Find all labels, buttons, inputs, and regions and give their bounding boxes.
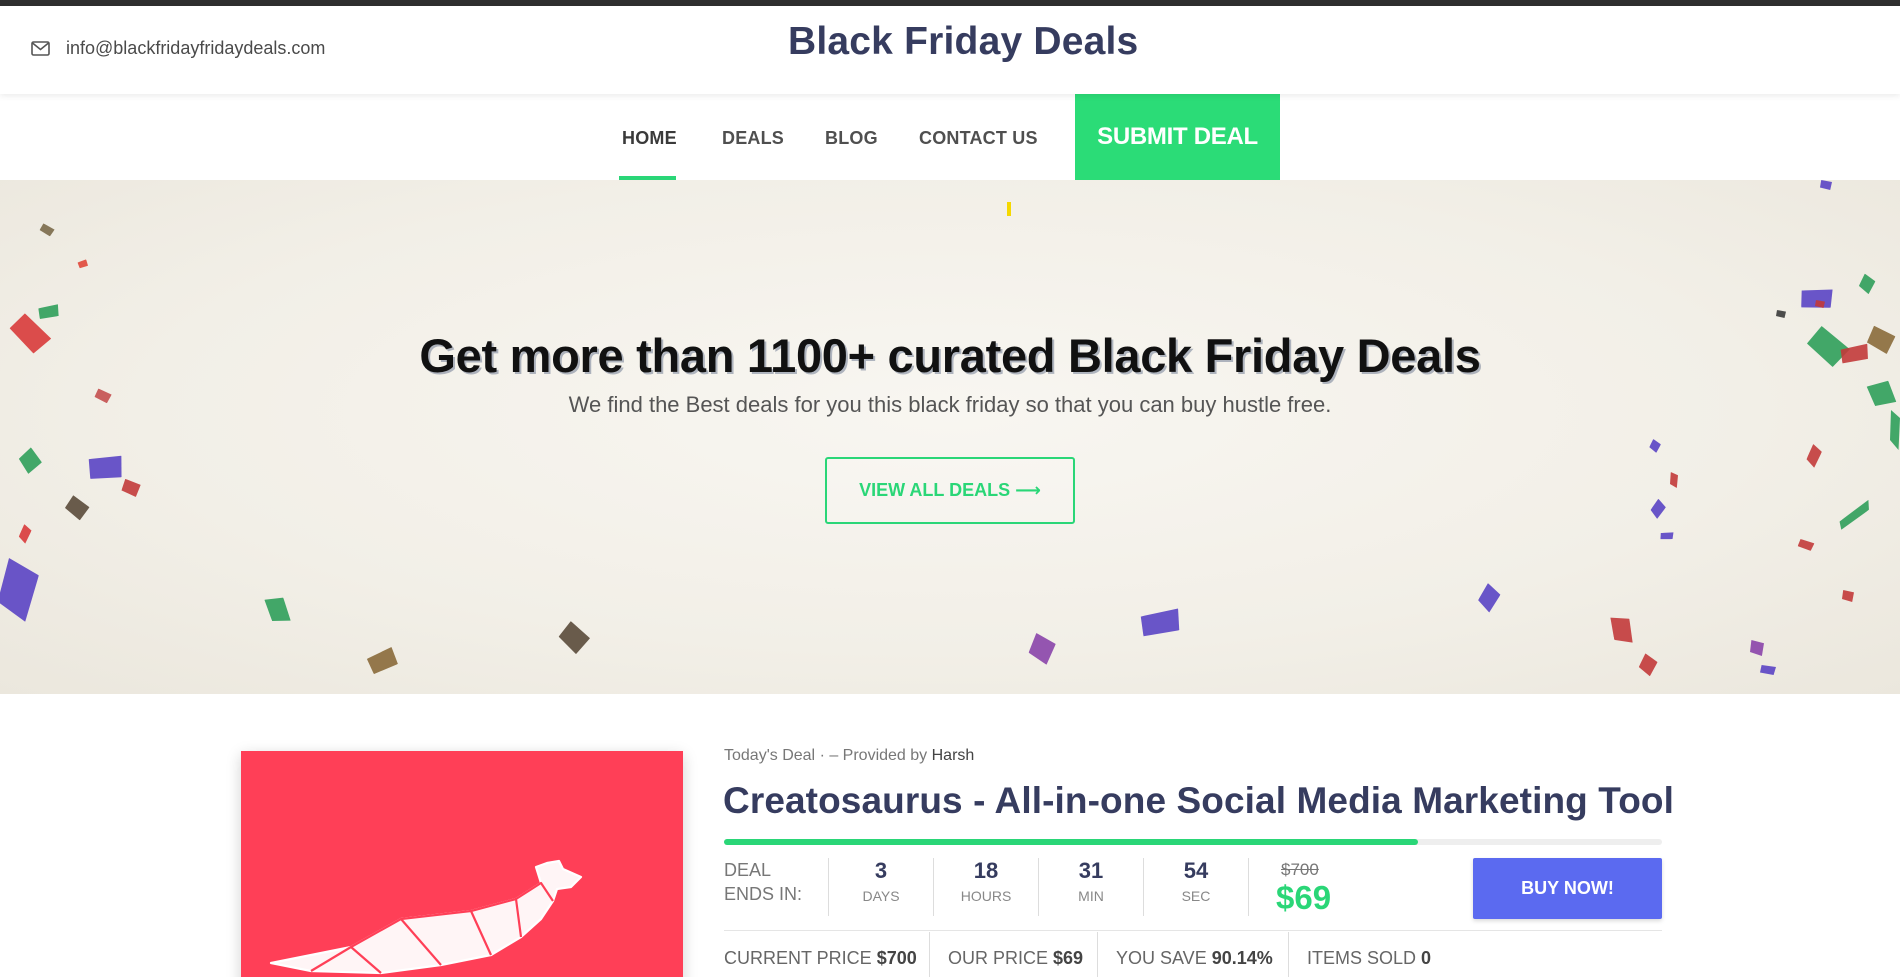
buy-now-button[interactable]: BUY NOW!	[1473, 858, 1662, 919]
countdown-value: 54	[1183, 858, 1209, 883]
deal-ends-label: DEAL ENDS IN:	[724, 860, 803, 904]
stat-divider	[929, 932, 930, 977]
stat-divider	[1097, 932, 1098, 977]
dinosaur-logo	[269, 859, 583, 975]
deal-progress-bar	[724, 839, 1662, 845]
stat-current-price: CURRENT PRICE $700	[724, 948, 917, 969]
deal-title[interactable]: Creatosaurus - All-in-one Social Media M…	[723, 780, 1674, 822]
stat-items-sold: ITEMS SOLD 0	[1307, 948, 1431, 969]
hero-title: Get more than 1100+ curated Black Friday…	[419, 329, 1481, 382]
site-header: info@blackfridayfridaydeals.com Black Fr…	[0, 6, 1900, 94]
countdown-hours: 18 HOURS	[934, 856, 1038, 914]
countdown-min: 31 MIN	[1039, 856, 1143, 914]
loading-indicator	[1007, 202, 1011, 216]
deal-label: Today's Deal	[724, 747, 816, 764]
nav-home[interactable]: HOME	[622, 128, 677, 149]
stat-value: 0	[1421, 948, 1432, 968]
stat-you-save: YOU SAVE 90.14%	[1116, 948, 1273, 969]
countdown-divider	[1248, 858, 1249, 916]
stat-value: $700	[876, 948, 917, 968]
old-price: $700	[1281, 860, 1319, 879]
stats-divider	[724, 930, 1662, 931]
provider-name[interactable]: Harsh	[932, 747, 975, 764]
todays-deal: Today's Deal · – Provided by Harsh Creat…	[0, 694, 1900, 977]
deal-progress-fill	[724, 839, 1419, 845]
countdown-unit: SEC	[1181, 888, 1211, 904]
deal-meta: Today's Deal · – Provided by Harsh	[724, 747, 974, 765]
stat-value: $69	[1053, 948, 1084, 968]
nav-deals[interactable]: DEALS	[722, 128, 784, 149]
email-text: info@blackfridayfridaydeals.com	[66, 38, 326, 58]
countdown-unit: DAYS	[862, 888, 900, 904]
countdown-unit: MIN	[1078, 888, 1104, 904]
nav-blog[interactable]: BLOG	[825, 128, 878, 149]
view-all-deals-button[interactable]: VIEW ALL DEALS ⟶	[825, 457, 1075, 524]
stat-divider	[1288, 932, 1289, 977]
stat-value: 90.14%	[1211, 948, 1273, 968]
stat-label: ITEMS SOLD	[1307, 948, 1417, 968]
stat-label: OUR PRICE	[948, 948, 1049, 968]
header-email[interactable]: info@blackfridayfridaydeals.com	[31, 38, 325, 59]
countdown-sec: 54 SEC	[1144, 856, 1248, 914]
countdown-value: 18	[973, 858, 999, 883]
deal-image[interactable]	[241, 751, 683, 977]
stat-our-price: OUR PRICE $69	[948, 948, 1083, 969]
countdown-value: 31	[1078, 858, 1104, 883]
stat-label: YOU SAVE	[1116, 948, 1207, 968]
new-price: $69	[1276, 879, 1332, 916]
hero-banner: Get more than 1100+ curated Black Friday…	[0, 180, 1900, 694]
countdown-unit: HOURS	[960, 888, 1012, 904]
stat-label: CURRENT PRICE	[724, 948, 872, 968]
hero-subtitle: We find the Best deals for you this blac…	[568, 392, 1332, 417]
main-nav: HOME DEALS BLOG CONTACT US SUBMIT DEAL	[0, 94, 1900, 180]
countdown-value: 3	[874, 858, 888, 883]
mail-icon	[31, 41, 50, 56]
site-title[interactable]: Black Friday Deals	[788, 20, 1138, 64]
nav-contact-us[interactable]: CONTACT US	[919, 128, 1038, 149]
provided-by-prefix: · – Provided by	[819, 747, 928, 764]
nav-active-indicator	[619, 176, 676, 180]
countdown-days: 3 DAYS	[829, 856, 933, 914]
submit-deal-button[interactable]: SUBMIT DEAL	[1075, 94, 1280, 180]
